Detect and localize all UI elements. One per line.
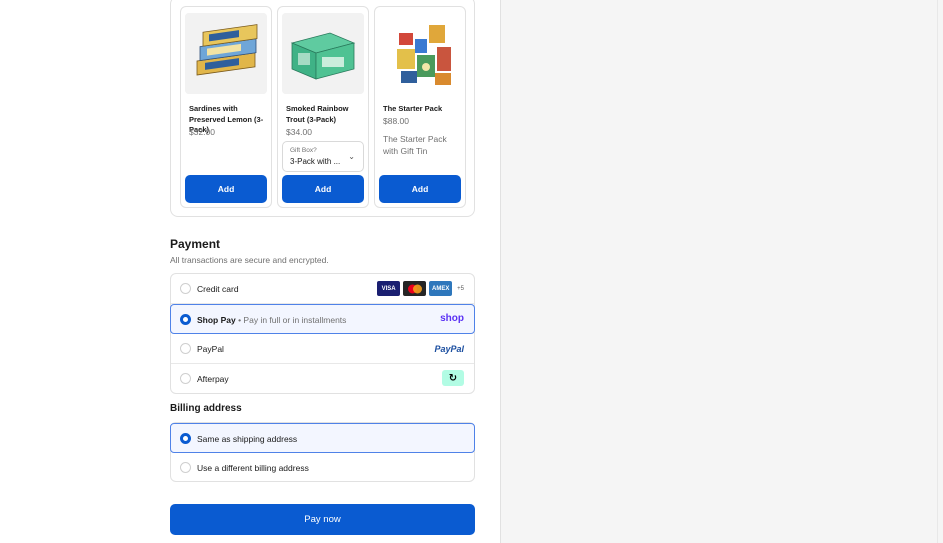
- product-price: $32.00: [189, 127, 215, 137]
- select-label: Gift Box?: [290, 147, 317, 154]
- product-card: Sardines with Preserved Lemon (3-Pack) $…: [180, 6, 272, 208]
- payment-option-label: Shop Pay • Pay in full or in installment…: [197, 315, 346, 325]
- billing-option-same[interactable]: Same as shipping address: [170, 423, 475, 453]
- product-image-sardines: [185, 13, 267, 94]
- billing-heading: Billing address: [170, 403, 242, 414]
- radio-button[interactable]: [180, 462, 191, 473]
- add-button[interactable]: Add: [379, 175, 461, 203]
- add-button[interactable]: Add: [282, 175, 364, 203]
- scrollbar[interactable]: [937, 0, 943, 543]
- billing-option-label: Same as shipping address: [197, 434, 298, 444]
- payment-heading: Payment: [170, 237, 221, 251]
- chevron-down-icon: ⌄: [348, 152, 355, 161]
- afterpay-icon: ↻: [442, 370, 464, 386]
- product-image-starter-pack: [379, 13, 461, 94]
- gift-box-select[interactable]: Gift Box? 3-Pack with ... ⌄: [282, 141, 364, 172]
- radio-button-selected[interactable]: [180, 314, 191, 325]
- product-title: Smoked Rainbow Trout (3-Pack): [286, 104, 349, 124]
- product-card: Smoked Rainbow Trout (3-Pack) $34.00 Gif…: [277, 6, 369, 208]
- product-price: $88.00: [383, 116, 409, 126]
- upsell-section: Sardines with Preserved Lemon (3-Pack) $…: [170, 0, 475, 217]
- payment-option-label: PayPal: [197, 344, 224, 354]
- amex-icon: AMEX: [429, 281, 453, 296]
- payment-option-label: Credit card: [197, 284, 239, 294]
- shop-logo: shop: [440, 313, 464, 324]
- radio-button-selected[interactable]: [180, 433, 191, 444]
- more-cards-count: +5: [457, 285, 464, 292]
- product-price: $34.00: [286, 127, 312, 137]
- paypal-logo: PayPal: [434, 344, 464, 354]
- select-value: 3-Pack with ...: [290, 157, 341, 166]
- visa-icon: VISA: [377, 281, 401, 296]
- payment-option-afterpay[interactable]: Afterpay ↻: [171, 364, 474, 394]
- order-summary-panel: [500, 0, 937, 543]
- payment-methods: Credit card VISA AMEX +5 Shop Pay • Pay …: [170, 273, 475, 394]
- shop-pay-name: Shop Pay: [197, 315, 236, 325]
- product-title: The Starter Pack: [383, 104, 443, 113]
- payment-option-shop-pay[interactable]: Shop Pay • Pay in full or in installment…: [170, 304, 475, 334]
- radio-button[interactable]: [180, 373, 191, 384]
- payment-option-credit-card[interactable]: Credit card VISA AMEX +5: [171, 274, 474, 304]
- payment-subtext: All transactions are secure and encrypte…: [170, 255, 329, 265]
- card-logos: VISA AMEX +5: [377, 281, 464, 296]
- payment-option-paypal[interactable]: PayPal PayPal: [171, 334, 474, 364]
- billing-option-different[interactable]: Use a different billing address: [171, 453, 474, 483]
- radio-button[interactable]: [180, 283, 191, 294]
- radio-button[interactable]: [180, 343, 191, 354]
- billing-option-label: Use a different billing address: [197, 463, 309, 473]
- shop-pay-detail: • Pay in full or in installments: [235, 315, 347, 325]
- add-button[interactable]: Add: [185, 175, 267, 203]
- billing-options: Same as shipping address Use a different…: [170, 422, 475, 482]
- pay-now-button[interactable]: Pay now: [170, 504, 475, 535]
- checkout-main: Sardines with Preserved Lemon (3-Pack) $…: [0, 0, 500, 543]
- product-card: The Starter Pack $88.00 The Starter Pack…: [374, 6, 466, 208]
- product-image-trout: [282, 13, 364, 94]
- mastercard-icon: [403, 281, 427, 296]
- payment-option-label: Afterpay: [197, 374, 229, 384]
- product-variant: The Starter Pack with Gift Tin: [383, 134, 447, 156]
